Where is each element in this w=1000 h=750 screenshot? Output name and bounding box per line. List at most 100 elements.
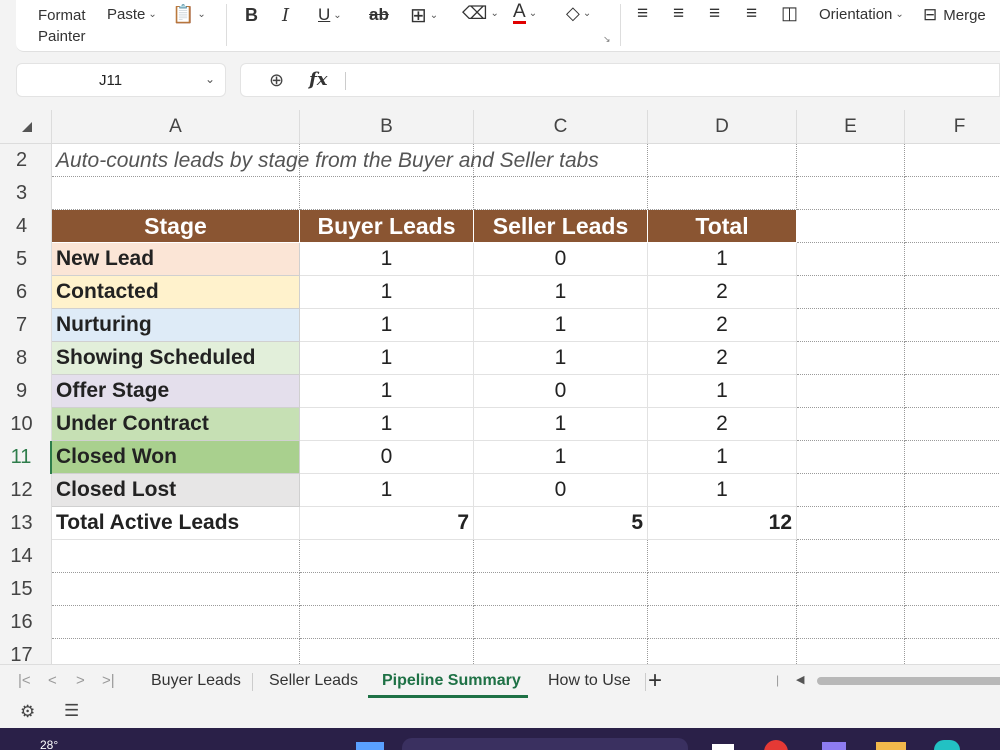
buyer-count[interactable]: 1 [300,243,474,276]
total-count[interactable]: 1 [648,243,797,276]
grand-total[interactable]: 12 [648,507,797,540]
cell-f6[interactable] [905,276,1000,309]
seller-total[interactable]: 5 [474,507,648,540]
cell-c17[interactable] [474,639,648,664]
total-count[interactable]: 2 [648,342,797,375]
taskbar-search-box[interactable] [402,738,688,750]
folder-icon[interactable] [876,742,906,750]
cell-a14[interactable] [52,540,300,573]
scroll-left-icon[interactable]: ◀ [796,673,804,686]
column-header-f[interactable]: F [905,110,1000,144]
cell-e7[interactable] [797,309,905,342]
last-sheet-icon[interactable]: >| [102,672,115,689]
app-icon-teal[interactable] [934,740,960,750]
cell-c15[interactable] [474,573,648,606]
row-header-13[interactable]: 13 [0,507,52,540]
cell-e14[interactable] [797,540,905,573]
distributed-icon[interactable]: ◫ [781,3,798,24]
cell-e17[interactable] [797,639,905,664]
buyer-total[interactable]: 7 [300,507,474,540]
italic-button[interactable]: I [282,5,289,26]
align-right-icon[interactable]: ≡ [709,3,720,25]
cell-e9[interactable] [797,375,905,408]
cell-e16[interactable] [797,606,905,639]
windows-start-icon[interactable] [356,742,384,750]
totals-label[interactable]: Total Active Leads [52,507,300,540]
cell-f3[interactable] [905,177,1000,210]
bold-button[interactable]: B [245,5,258,26]
font-color-button[interactable]: A ⌄ [513,2,537,24]
cell-f11[interactable] [905,441,1000,474]
cell-e3[interactable] [797,177,905,210]
cell-e8[interactable] [797,342,905,375]
total-count[interactable]: 1 [648,375,797,408]
seller-count[interactable]: 1 [474,342,648,375]
row-header-11[interactable]: 11 [0,441,52,474]
cell-b16[interactable] [300,606,474,639]
strikethrough-button[interactable]: ab [369,5,389,25]
buyer-count[interactable]: 0 [300,441,474,474]
cell-f17[interactable] [905,639,1000,664]
seller-count[interactable]: 0 [474,243,648,276]
cell-f13[interactable] [905,507,1000,540]
total-count[interactable]: 2 [648,309,797,342]
cell-a16[interactable] [52,606,300,639]
paste-options-button[interactable]: 📋 ⌄ [172,4,206,25]
stage-name[interactable]: New Lead [52,243,300,276]
cell-f5[interactable] [905,243,1000,276]
orientation-button[interactable]: Orientation ⌄ [819,6,904,23]
column-header-e[interactable]: E [797,110,905,144]
cell-b17[interactable] [300,639,474,664]
total-count[interactable]: 2 [648,276,797,309]
cell-d16[interactable] [648,606,797,639]
buyer-count[interactable]: 1 [300,309,474,342]
prev-sheet-icon[interactable]: < [48,672,57,689]
row-header-4[interactable]: 4 [0,210,52,243]
stage-name[interactable]: Under Contract [52,408,300,441]
formula-bar[interactable]: ⊕ fx [240,63,1000,97]
stage-name[interactable]: Closed Lost [52,474,300,507]
row-header-16[interactable]: 16 [0,606,52,639]
cell-f14[interactable] [905,540,1000,573]
underline-button[interactable]: U ⌄ [318,5,342,25]
tab-buyer-leads[interactable]: Buyer Leads [151,672,241,690]
seller-count[interactable]: 0 [474,375,648,408]
cell-f8[interactable] [905,342,1000,375]
cell-e15[interactable] [797,573,905,606]
accessibility-icon[interactable]: ⚙ [20,702,35,722]
app-icon-red[interactable] [764,740,788,750]
total-count[interactable]: 2 [648,408,797,441]
function-icon[interactable]: fx [309,69,327,90]
total-count[interactable]: 1 [648,474,797,507]
buyer-count[interactable]: 1 [300,276,474,309]
row-header-14[interactable]: 14 [0,540,52,573]
stage-name[interactable]: Nurturing [52,309,300,342]
column-header-a[interactable]: A [52,110,300,144]
paste-button[interactable]: Paste ⌄ [107,6,157,23]
tab-how-to-use[interactable]: How to Use [548,672,631,690]
select-all-corner[interactable] [0,110,52,144]
next-sheet-icon[interactable]: > [76,672,85,689]
seller-count[interactable]: 0 [474,474,648,507]
row-header-15[interactable]: 15 [0,573,52,606]
seller-count[interactable]: 1 [474,276,648,309]
cell-f12[interactable] [905,474,1000,507]
buyer-count[interactable]: 1 [300,408,474,441]
cell-f15[interactable] [905,573,1000,606]
cell-b15[interactable] [300,573,474,606]
row-header-2[interactable]: 2 [0,144,52,177]
column-header-b[interactable]: B [300,110,474,144]
chevron-down-icon[interactable]: ⌄ [205,72,215,86]
cell-e6[interactable] [797,276,905,309]
row-header-10[interactable]: 10 [0,408,52,441]
buyer-count[interactable]: 1 [300,342,474,375]
app-icon-purple[interactable] [822,742,846,750]
cell-e2[interactable] [797,144,905,177]
row-header-8[interactable]: 8 [0,342,52,375]
row-header-5[interactable]: 5 [0,243,52,276]
cell-e12[interactable] [797,474,905,507]
first-sheet-icon[interactable]: |< [18,672,31,689]
horizontal-scrollbar[interactable] [817,677,1000,685]
justify-icon[interactable]: ≡ [746,3,757,25]
font-dialog-launcher-icon[interactable]: ↘ [603,34,611,45]
